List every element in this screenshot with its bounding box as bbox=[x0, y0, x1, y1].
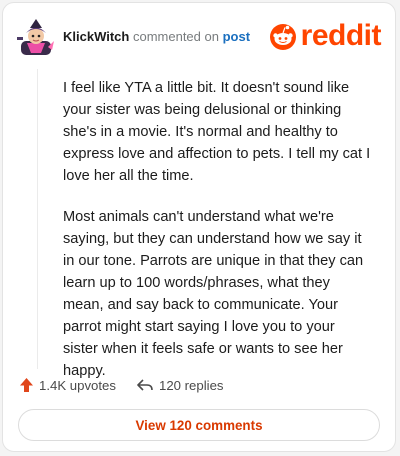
username-link[interactable]: KlickWitch bbox=[63, 29, 129, 44]
upvote-arrow-icon bbox=[20, 378, 33, 392]
reply-arrow-icon bbox=[137, 379, 153, 391]
reddit-logo[interactable]: reddit bbox=[269, 19, 382, 53]
reply-count: 120 replies bbox=[158, 377, 224, 393]
byline-action-text: commented on bbox=[132, 29, 219, 44]
avatar[interactable] bbox=[17, 19, 55, 57]
byline: KlickWitch commented on post bbox=[63, 29, 250, 44]
upvote-count: 1.4K upvotes bbox=[39, 377, 116, 393]
reddit-logo-icon bbox=[269, 24, 296, 50]
upvote-button[interactable]: 1.4K upvotes bbox=[19, 377, 116, 393]
reply-button[interactable]: 120 replies bbox=[136, 377, 224, 393]
comment-paragraph: I feel like YTA a little bit. It doesn't… bbox=[63, 80, 371, 184]
reddit-logo-text: reddit bbox=[300, 19, 382, 52]
comment-body: I feel like YTA a little bit. It doesn't… bbox=[63, 77, 373, 401]
comment-header: KlickWitch commented on post reddit bbox=[17, 15, 382, 57]
comment-card: KlickWitch commented on post reddit I fe… bbox=[2, 2, 396, 452]
thread-line bbox=[37, 69, 38, 369]
comment-actions: 1.4K upvotes 120 replies bbox=[19, 375, 224, 395]
post-link[interactable]: post bbox=[223, 29, 250, 44]
comment-paragraph: Most animals can't understand what we're… bbox=[63, 209, 364, 379]
view-comments-button[interactable]: View 120 comments bbox=[18, 409, 380, 441]
